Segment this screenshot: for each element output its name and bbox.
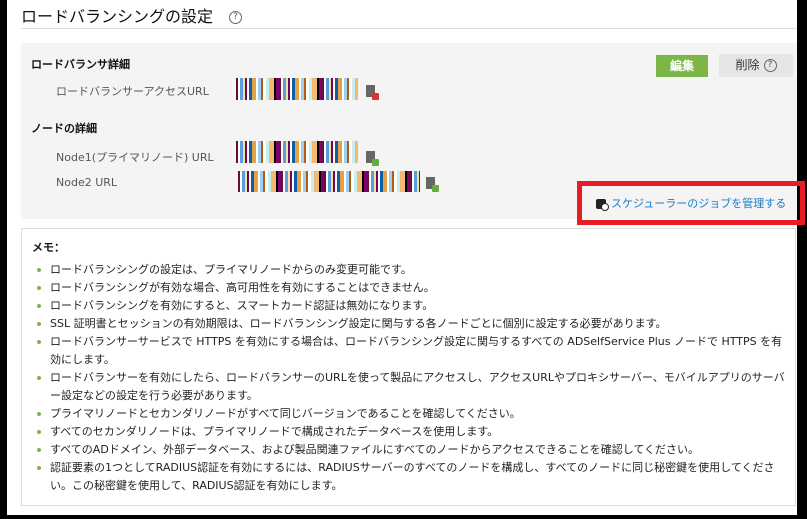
access-url-label: ロードバランサーアクセスURL (56, 85, 209, 98)
scheduler-icon (596, 199, 609, 211)
memo-item: ロードバランサーサービスで HTTPS を有効にする場合は、ロードバランシング設… (32, 333, 785, 369)
memo-item: ロードバランシングを有効にすると、スマートカード認証は無効になります。 (32, 297, 785, 315)
scheduler-highlight-box: スケジューラーのジョブを管理する (577, 181, 805, 225)
memo-item: プライマリノードとセカンダリノードがすべて同じバージョンであることを確認してくだ… (32, 405, 785, 423)
divider (21, 28, 797, 29)
delete-button[interactable]: 削除? (719, 54, 793, 77)
help-icon[interactable]: ? (229, 11, 243, 24)
manage-scheduler-jobs-text: スケジューラーのジョブを管理する (611, 197, 787, 210)
memo-item: ロードバランサーを有効にしたら、ロードバランサーのURLを使って製品にアクセスし… (32, 369, 785, 405)
memo-box: メモ： ロードバランシングの設定は、プライマリノードからのみ変更可能です。 ロー… (21, 228, 796, 506)
nodes-section-title: ノードの詳細 (31, 122, 97, 135)
memo-item: ロードバランシングの設定は、プライマリノードからのみ変更可能です。 (32, 261, 785, 279)
node1-url-label: Node1(プライマリノード) URL (56, 151, 214, 164)
manage-scheduler-jobs-link[interactable]: スケジューラーのジョブを管理する (596, 195, 786, 211)
server-down-icon (366, 85, 379, 100)
delete-label: 削除 (735, 58, 760, 72)
memo-title: メモ： (32, 241, 65, 254)
node2-url-redacted (238, 171, 420, 192)
edit-button[interactable]: 編集 (656, 55, 708, 77)
memo-item: ロードバランシングが有効な場合、高可用性を有効にすることはできません。 (32, 279, 785, 297)
node2-url-label: Node2 URL (56, 176, 118, 189)
page: ロードバランシングの設定? ロードバランサ詳細 ロードバランサーアクセスURL … (7, 0, 805, 515)
memo-item: すべてのADドメイン、外部データベース、および製品関連ファイルにすべてのノードか… (32, 441, 785, 459)
memo-item: すべてのセカンダリノードは、プライマリノードで構成されたデータベースを使用します… (32, 423, 785, 441)
server-up-icon (426, 177, 439, 192)
server-up-icon (366, 151, 379, 166)
memo-item: SSL 証明書とセッションの有効期限は、ロードバランシング設定に関与する各ノード… (32, 315, 785, 333)
page-title: ロードバランシングの設定? (21, 3, 243, 27)
help-icon[interactable]: ? (763, 59, 777, 72)
page-title-text: ロードバランシングの設定 (21, 7, 214, 26)
memo-item: 認証要素の1つとしてRADIUS認証を有効にするには、RADIUSサーバーのすべ… (32, 459, 785, 495)
node1-url-redacted (236, 141, 358, 163)
load-balancer-section-title: ロードバランサ詳細 (31, 58, 130, 71)
access-url-redacted (236, 78, 358, 100)
memo-list: ロードバランシングの設定は、プライマリノードからのみ変更可能です。 ロードバラン… (32, 261, 785, 495)
